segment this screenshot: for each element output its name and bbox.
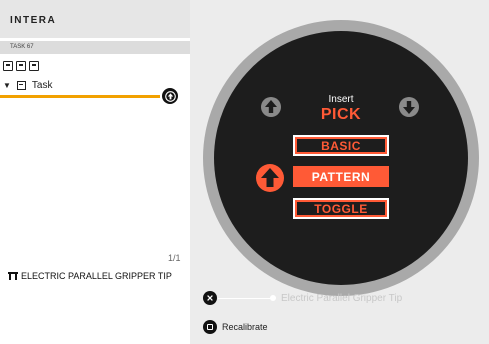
tree-node-label: Task	[31, 79, 53, 91]
wheel-title: PICK	[320, 106, 362, 123]
task-bar[interactable]: TASK 67	[0, 41, 190, 54]
down-arrow-icon[interactable]	[398, 96, 420, 118]
toolbar-icon[interactable]	[3, 61, 13, 71]
gripper-icon	[8, 272, 18, 280]
insert-marker-icon[interactable]	[162, 88, 178, 104]
page-count: 1/1	[168, 253, 181, 263]
tree-node-task[interactable]: ▼ Task	[3, 79, 52, 91]
connector-line	[218, 298, 272, 299]
stop-icon[interactable]	[203, 320, 217, 334]
connector-dot	[270, 295, 276, 301]
recalibrate-label[interactable]: Recalibrate	[222, 322, 268, 332]
sidebar: INTERA TASK 67 ▼ Task 1/1 ELECTRIC PARAL…	[0, 0, 190, 344]
toolbar	[3, 61, 39, 71]
wheel-header: Insert	[328, 94, 354, 105]
app-header: INTERA	[0, 0, 190, 38]
option-basic-button[interactable]: BASIC	[293, 135, 389, 156]
task-id: TASK 67	[10, 44, 34, 50]
app-title: INTERA	[10, 15, 57, 26]
toolbar-icon[interactable]	[16, 61, 26, 71]
selection-wheel	[214, 31, 468, 285]
gripper-label: Electric Parallel Gripper Tip	[281, 293, 403, 304]
task-node-icon	[16, 80, 26, 90]
insert-line	[0, 95, 160, 98]
close-icon[interactable]	[203, 291, 217, 305]
app-root: INTERA TASK 67 ▼ Task 1/1 ELECTRIC PARAL…	[0, 0, 489, 344]
caret-down-icon[interactable]: ▼	[3, 81, 11, 90]
tool-item[interactable]: ELECTRIC PARALLEL GRIPPER TIP	[8, 271, 172, 281]
option-pattern-button[interactable]: PATTERN	[293, 166, 389, 187]
option-toggle-button[interactable]: TOGGLE	[293, 198, 389, 219]
selector-arrow-icon[interactable]	[255, 163, 285, 193]
up-arrow-icon[interactable]	[260, 96, 282, 118]
toolbar-icon[interactable]	[29, 61, 39, 71]
tool-name: ELECTRIC PARALLEL GRIPPER TIP	[21, 271, 172, 281]
